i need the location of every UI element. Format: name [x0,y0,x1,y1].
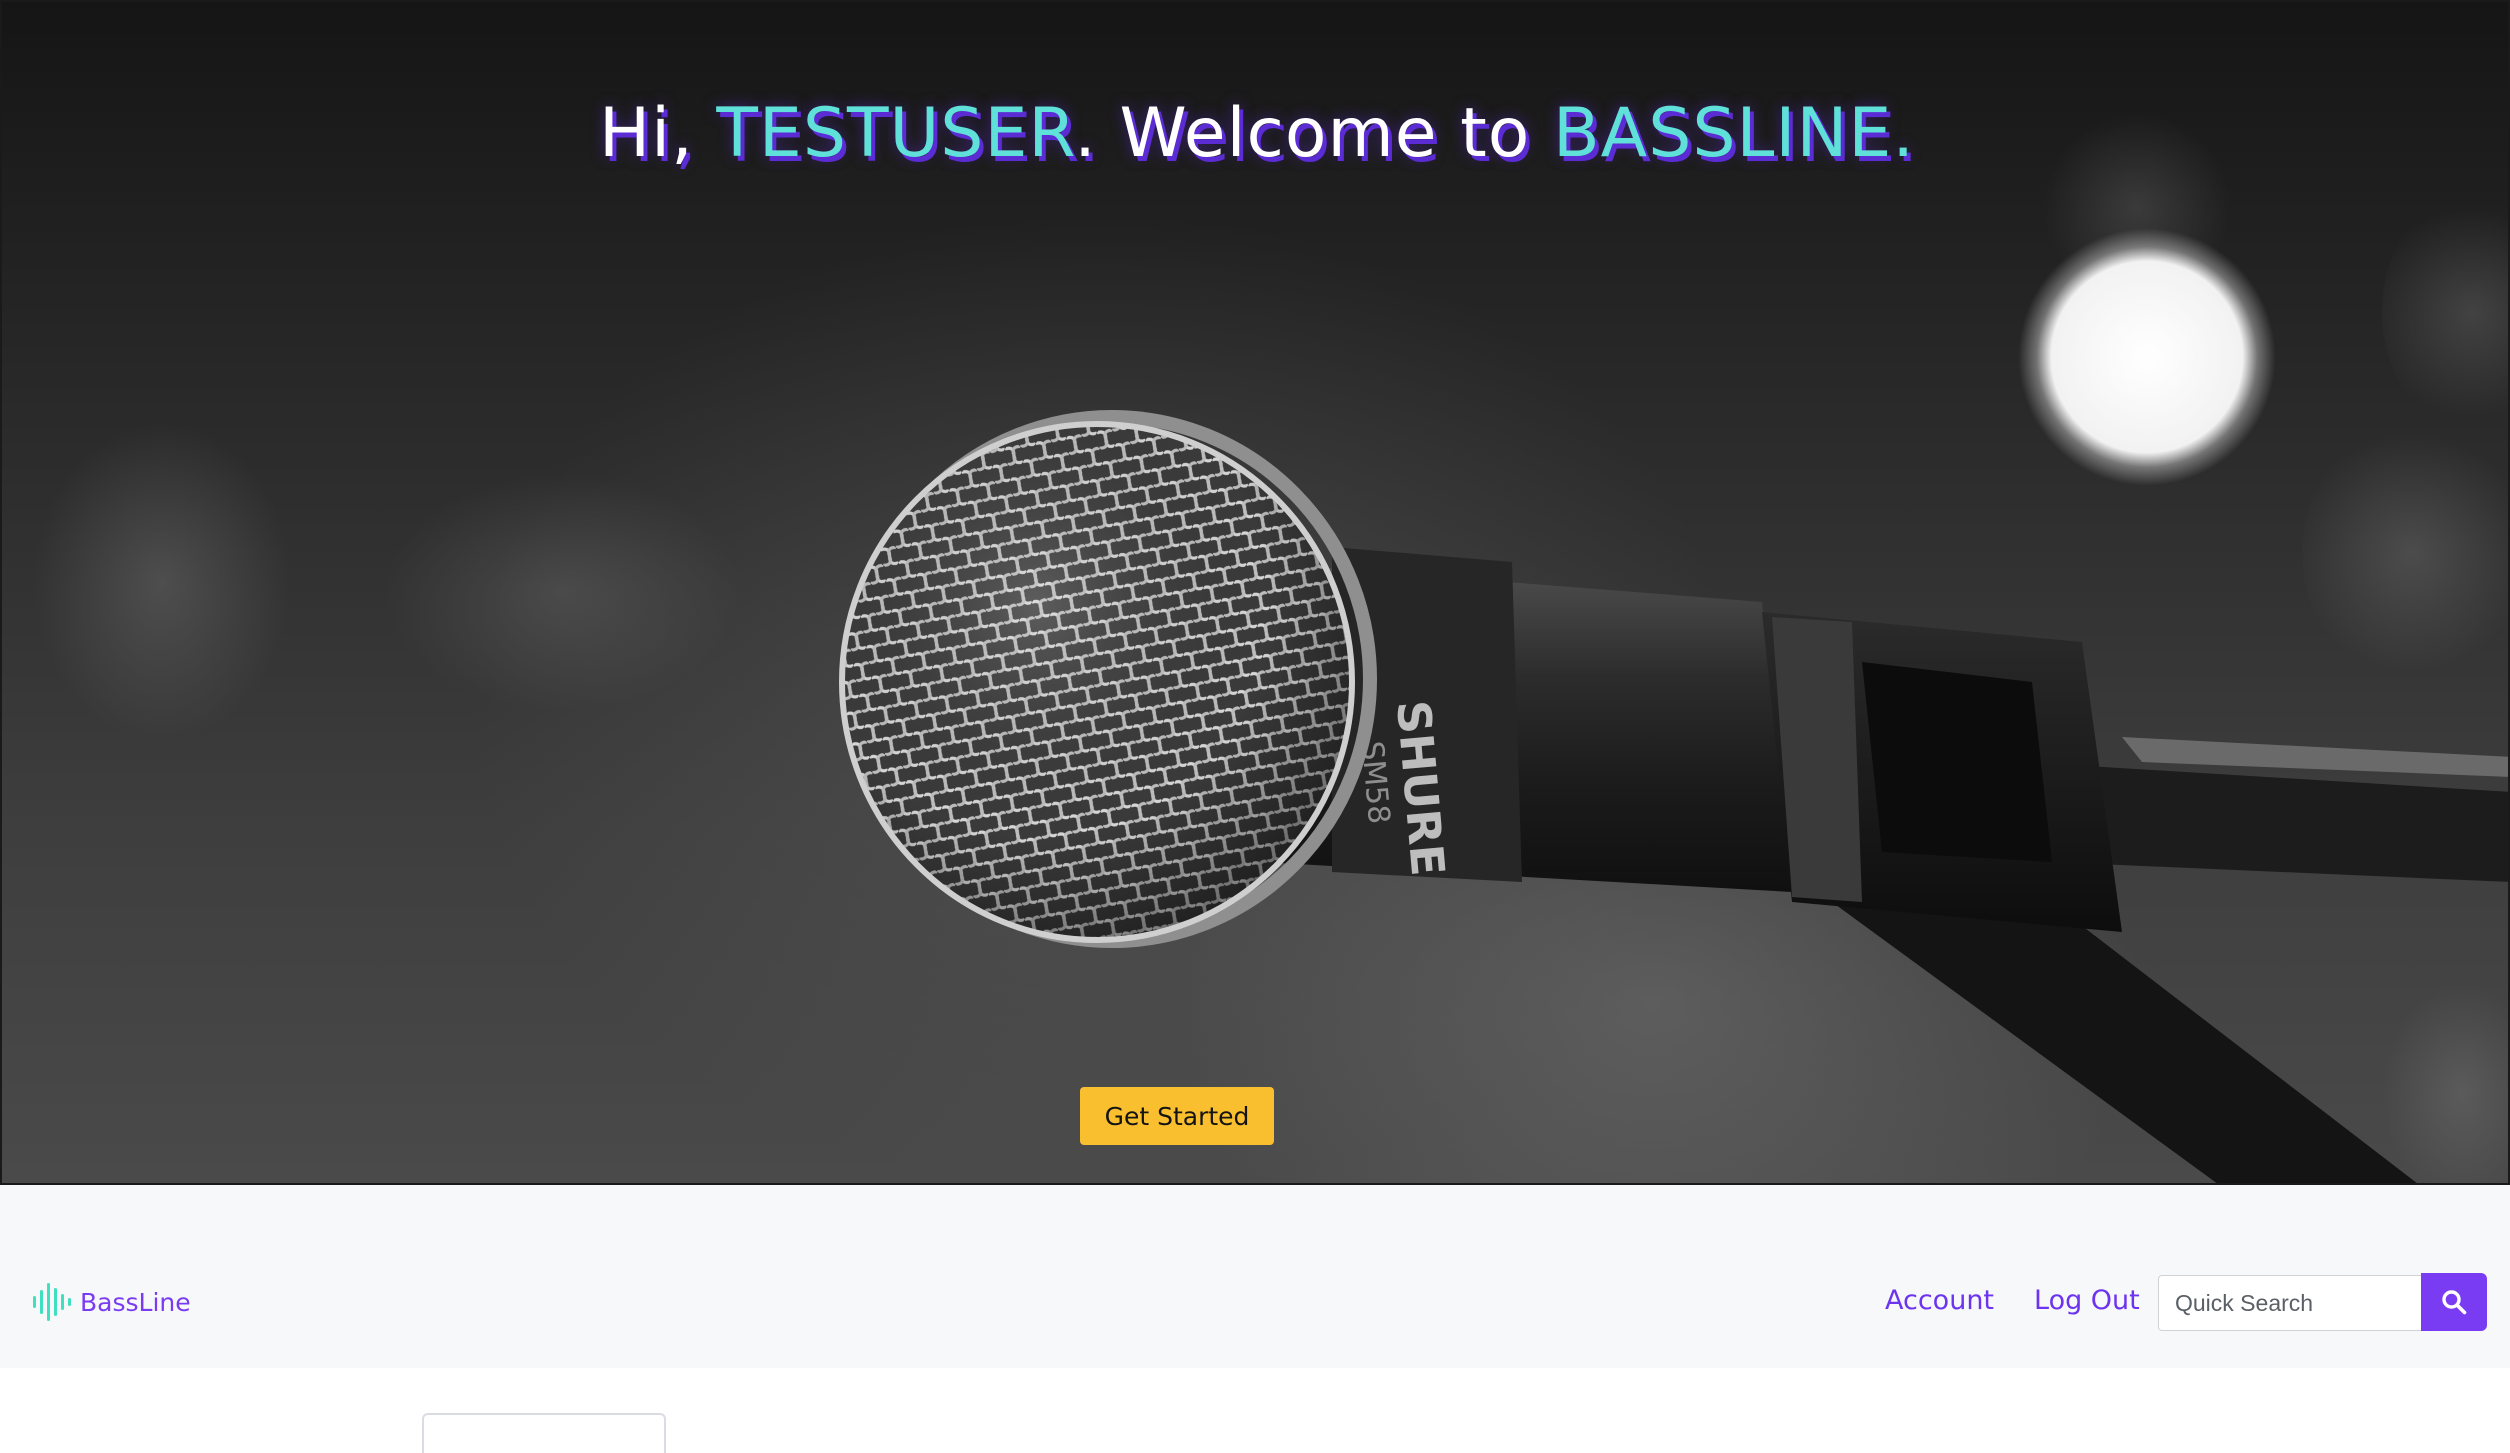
welcome-heading: Hi, TESTUSER. Welcome to BASSLINE. [2,94,2508,173]
get-started-button[interactable]: Get Started [1080,1087,1274,1145]
username-text: TESTUSER [716,94,1075,173]
greeting-text: Hi, [599,94,717,173]
content-card [422,1413,666,1453]
page-content [0,1368,2510,1453]
app-name-text: BASSLINE [1553,94,1893,173]
navbar: BassLine Account Log Out [0,1185,2510,1368]
quick-search-input[interactable] [2158,1275,2422,1331]
search-icon [2442,1290,2467,1315]
microphone-image: SHURE SM58 [839,410,2508,1183]
brand-name: BassLine [80,1287,191,1317]
nav-account-link[interactable]: Account [1885,1285,1994,1316]
search-button[interactable] [2421,1273,2487,1331]
heading-period: . [1892,94,1915,173]
sound-wave-icon [33,1283,71,1321]
brand-link[interactable]: BassLine [30,1281,191,1323]
welcome-text: . Welcome to [1074,94,1554,173]
nav-logout-link[interactable]: Log Out [2034,1285,2140,1316]
hero-banner: SHURE SM58 Hi, TESTUSER. Welcome to BASS… [0,0,2510,1185]
